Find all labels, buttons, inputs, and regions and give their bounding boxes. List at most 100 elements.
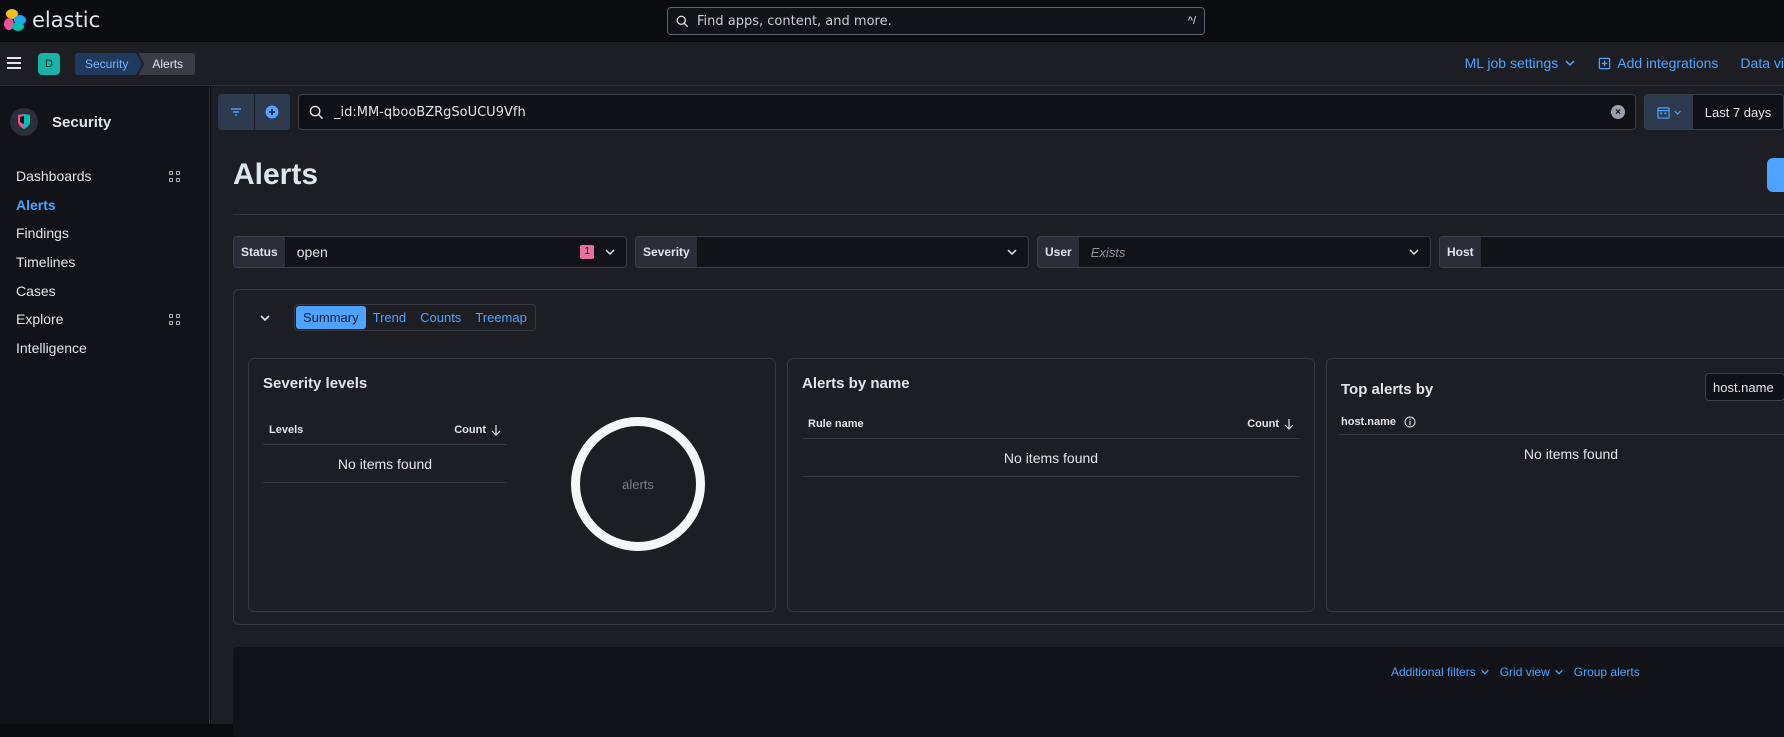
chevron-down-icon — [1007, 249, 1017, 256]
host-filter-label: Host — [1440, 237, 1481, 267]
sidebar-item-label: Alerts — [16, 196, 56, 213]
group-alerts-button[interactable]: Group alerts — [1574, 665, 1640, 679]
alerts-by-name-table: Rule name Count No items found — [802, 409, 1300, 477]
chevron-down-icon — [1480, 669, 1489, 675]
tab-trend[interactable]: Trend — [366, 306, 413, 329]
breadcrumb-alerts: Alerts — [138, 53, 196, 75]
main-content: _id:MM-qbooBZRgSoUCU9Vfh × Last 7 days A… — [211, 86, 1784, 737]
data-view-label: Data vi — [1740, 55, 1784, 71]
grid-view-label: Grid view — [1499, 665, 1550, 679]
tab-treemap[interactable]: Treemap — [468, 306, 534, 329]
filter-menu-button[interactable] — [218, 94, 255, 130]
date-range-label[interactable]: Last 7 days — [1693, 95, 1783, 129]
levels-column-header[interactable]: Levels — [269, 424, 303, 436]
chevron-down-icon — [1409, 249, 1419, 256]
logo-text: elastic — [32, 8, 101, 32]
elastic-logo[interactable]: elastic — [4, 8, 100, 32]
summary-tabs-row: Summary Trend Counts Treemap — [250, 304, 536, 331]
count-column-label: Count — [454, 423, 486, 436]
ml-job-settings-label: ML job settings — [1464, 55, 1559, 71]
severity-levels-table: Levels Count No items found — [263, 415, 507, 483]
top-alerts-table: host.name No items found — [1339, 409, 1784, 473]
status-filter-value: open — [296, 244, 328, 260]
count-column-header[interactable]: Count — [1247, 418, 1294, 430]
user-filter-placeholder: Exists — [1090, 244, 1126, 260]
query-input[interactable]: _id:MM-qbooBZRgSoUCU9Vfh × — [298, 94, 1636, 130]
global-search-placeholder: Find apps, content, and more. — [697, 13, 892, 29]
severity-levels-title: Severity levels — [263, 375, 368, 392]
status-count-badge: 1 — [580, 245, 594, 259]
severity-filter-label: Severity — [636, 237, 697, 267]
chevron-down-icon — [605, 249, 615, 256]
breadcrumb: Security Alerts — [75, 53, 196, 75]
severity-donut-chart: alerts — [571, 417, 705, 551]
chevron-down-icon — [260, 314, 270, 321]
search-icon — [309, 105, 324, 119]
host-name-column-header[interactable]: host.name — [1341, 416, 1396, 428]
sidebar-item-findings[interactable]: Findings — [16, 219, 180, 248]
table-header: Rule name Count — [802, 409, 1300, 439]
search-shortcut: ^/ — [1187, 15, 1196, 27]
sidebar-item-label: Dashboards — [16, 168, 92, 185]
filter-buttons — [218, 94, 290, 130]
breadcrumb-security[interactable]: Security — [75, 53, 142, 75]
space-avatar[interactable]: D — [38, 53, 60, 75]
empty-message: No items found — [263, 445, 507, 483]
table-header: host.name — [1339, 409, 1784, 435]
count-column-header[interactable]: Count — [454, 424, 501, 436]
user-filter[interactable]: User Exists — [1037, 236, 1431, 268]
date-quick-menu-button[interactable] — [1645, 95, 1693, 129]
sidebar-item-timelines[interactable]: Timelines — [16, 248, 180, 277]
tab-summary[interactable]: Summary — [296, 306, 366, 329]
sidebar-item-alerts[interactable]: Alerts — [16, 191, 180, 220]
sidebar-item-label: Cases — [16, 282, 56, 299]
info-icon[interactable] — [1404, 416, 1416, 428]
header-links: ML job settings Add integrations Data vi — [1465, 55, 1784, 71]
query-value: _id:MM-qbooBZRgSoUCU9Vfh — [334, 104, 526, 120]
status-filter[interactable]: Status open 1 — [233, 236, 627, 268]
clear-query-icon[interactable]: × — [1611, 105, 1625, 119]
manage-rules-button[interactable] — [1767, 158, 1784, 192]
collapse-toggle[interactable] — [250, 306, 280, 330]
date-picker[interactable]: Last 7 days — [1644, 94, 1784, 130]
additional-filters-label: Additional filters — [1391, 665, 1476, 679]
chevron-down-icon — [1673, 110, 1681, 115]
sidebar-item-intelligence[interactable]: Intelligence — [16, 334, 180, 363]
apps-grid-icon[interactable] — [169, 313, 180, 325]
top-alerts-title: Top alerts by — [1341, 381, 1434, 398]
alerts-by-name-title: Alerts by name — [802, 375, 910, 392]
user-filter-label: User — [1038, 237, 1079, 267]
empty-message: No items found — [1523, 446, 1619, 462]
group-by-select[interactable]: host.name — [1705, 373, 1784, 401]
tab-counts[interactable]: Counts — [413, 306, 468, 329]
data-view-button[interactable]: Data vi — [1740, 55, 1784, 71]
additional-filters-button[interactable]: Additional filters — [1391, 665, 1490, 679]
sidebar-item-cases[interactable]: Cases — [16, 276, 180, 305]
severity-levels-panel: Severity levels Levels Count No items fo… — [248, 358, 776, 612]
query-bar: _id:MM-qbooBZRgSoUCU9Vfh × Last 7 days — [218, 94, 1784, 130]
summary-tab-group: Summary Trend Counts Treemap — [294, 304, 536, 331]
filter-controls: Status open 1 Severity User Exists Host — [233, 236, 1784, 268]
top-header: elastic Find apps, content, and more. ^/ — [0, 0, 1784, 42]
rule-name-column-header[interactable]: Rule name — [808, 418, 864, 430]
table-header: Levels Count — [263, 415, 507, 445]
grid-view-button[interactable]: Grid view — [1500, 665, 1564, 679]
apps-grid-icon[interactable] — [169, 170, 180, 182]
severity-filter[interactable]: Severity — [635, 236, 1029, 268]
count-column-label: Count — [1247, 417, 1279, 430]
host-filter[interactable]: Host — [1439, 236, 1784, 268]
sidebar-nav: Dashboards Alerts Findings Timelines Cas… — [16, 162, 180, 362]
security-app-icon — [10, 108, 38, 136]
global-search-input[interactable]: Find apps, content, and more. ^/ — [667, 7, 1205, 35]
add-filter-button[interactable] — [255, 94, 291, 130]
search-icon — [676, 15, 689, 27]
ml-job-settings-button[interactable]: ML job settings — [1465, 55, 1577, 71]
sort-down-icon — [1284, 418, 1294, 430]
sidebar-item-explore[interactable]: Explore — [16, 305, 180, 334]
empty-message: No items found — [802, 439, 1300, 477]
filter-icon — [230, 108, 241, 116]
menu-icon[interactable] — [7, 57, 21, 69]
add-integrations-button[interactable]: Add integrations — [1598, 55, 1718, 71]
sidebar-item-dashboards[interactable]: Dashboards — [16, 162, 180, 191]
chevron-down-icon — [1554, 669, 1563, 675]
